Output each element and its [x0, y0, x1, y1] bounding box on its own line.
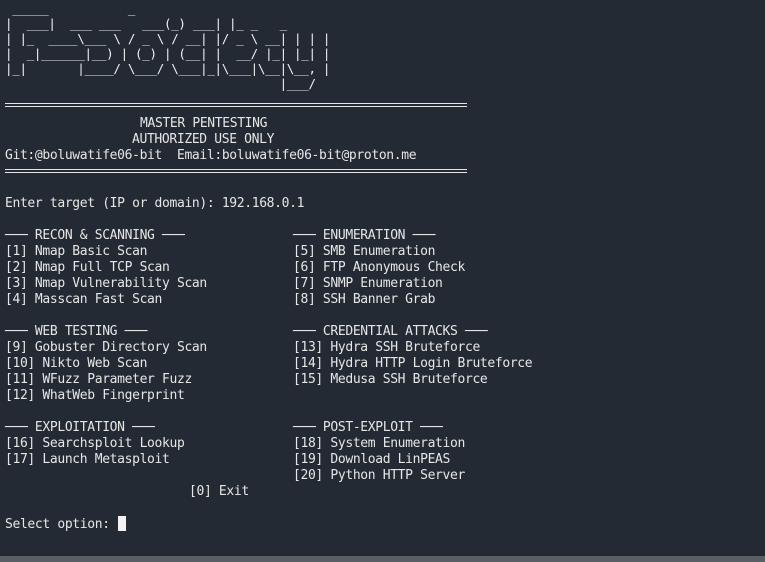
- app-title: MASTER PENTESTING: [140, 116, 268, 131]
- menu-option-12: [12] WhatWeb Fingerprint: [5, 388, 185, 403]
- ascii-banner: _____ _ | ___| ___ ___ ___(_) ___| |_ _ …: [5, 1, 331, 91]
- menu-option-17: [17] Launch Metasploit: [5, 452, 170, 467]
- menu-option-2: [2] Nmap Full TCP Scan: [5, 260, 170, 275]
- text-cursor: [118, 516, 127, 531]
- authorized-notice: AUTHORIZED USE ONLY: [132, 132, 275, 147]
- select-option-line[interactable]: Select option:: [5, 516, 127, 532]
- menu-option-18: [18] System Enumeration: [293, 436, 465, 451]
- menu-option-20: [20] Python HTTP Server: [293, 468, 465, 483]
- section-title-recon: ─── RECON & SCANNING ───: [5, 228, 185, 243]
- section-title-web: ─── WEB TESTING ───: [5, 324, 148, 339]
- terminal-window[interactable]: _____ _ | ___| ___ ___ ___(_) ___| |_ _ …: [0, 0, 765, 556]
- menu-option-exit: [0] Exit: [189, 484, 249, 499]
- menu-option-1: [1] Nmap Basic Scan: [5, 244, 148, 259]
- menu-option-16: [16] Searchsploit Lookup: [5, 436, 185, 451]
- top-divider: [5, 103, 467, 107]
- select-prompt: Select option:: [5, 517, 118, 532]
- menu-option-6: [6] FTP Anonymous Check: [293, 260, 465, 275]
- menu-option-4: [4] Masscan Fast Scan: [5, 292, 163, 307]
- menu-option-14: [14] Hydra HTTP Login Bruteforce: [293, 356, 533, 371]
- section-title-post-exploit: ─── POST-EXPLOIT ───: [293, 420, 443, 435]
- target-prompt: Enter target (IP or domain): 192.168.0.1: [5, 196, 305, 211]
- section-title-exploitation: ─── EXPLOITATION ───: [5, 420, 155, 435]
- menu-option-8: [8] SSH Banner Grab: [293, 292, 436, 307]
- section-title-enumeration: ─── ENUMERATION ───: [293, 228, 436, 243]
- menu-option-19: [19] Download LinPEAS: [293, 452, 451, 467]
- window-bottom-edge: [0, 556, 765, 562]
- menu-option-3: [3] Nmap Vulnerability Scan: [5, 276, 207, 291]
- menu-option-7: [7] SNMP Enumeration: [293, 276, 443, 291]
- menu-option-10: [10] Nikto Web Scan: [5, 356, 148, 371]
- menu-option-5: [5] SMB Enumeration: [293, 244, 436, 259]
- menu-option-9: [9] Gobuster Directory Scan: [5, 340, 207, 355]
- menu-option-11: [11] WFuzz Parameter Fuzz: [5, 372, 192, 387]
- contact-info: Git:@boluwatife06-bit Email:boluwatife06…: [5, 148, 417, 163]
- menu-option-13: [13] Hydra SSH Bruteforce: [293, 340, 480, 355]
- section-title-credential: ─── CREDENTIAL ATTACKS ───: [293, 324, 488, 339]
- menu-option-15: [15] Medusa SSH Bruteforce: [293, 372, 488, 387]
- bottom-divider: [5, 169, 467, 173]
